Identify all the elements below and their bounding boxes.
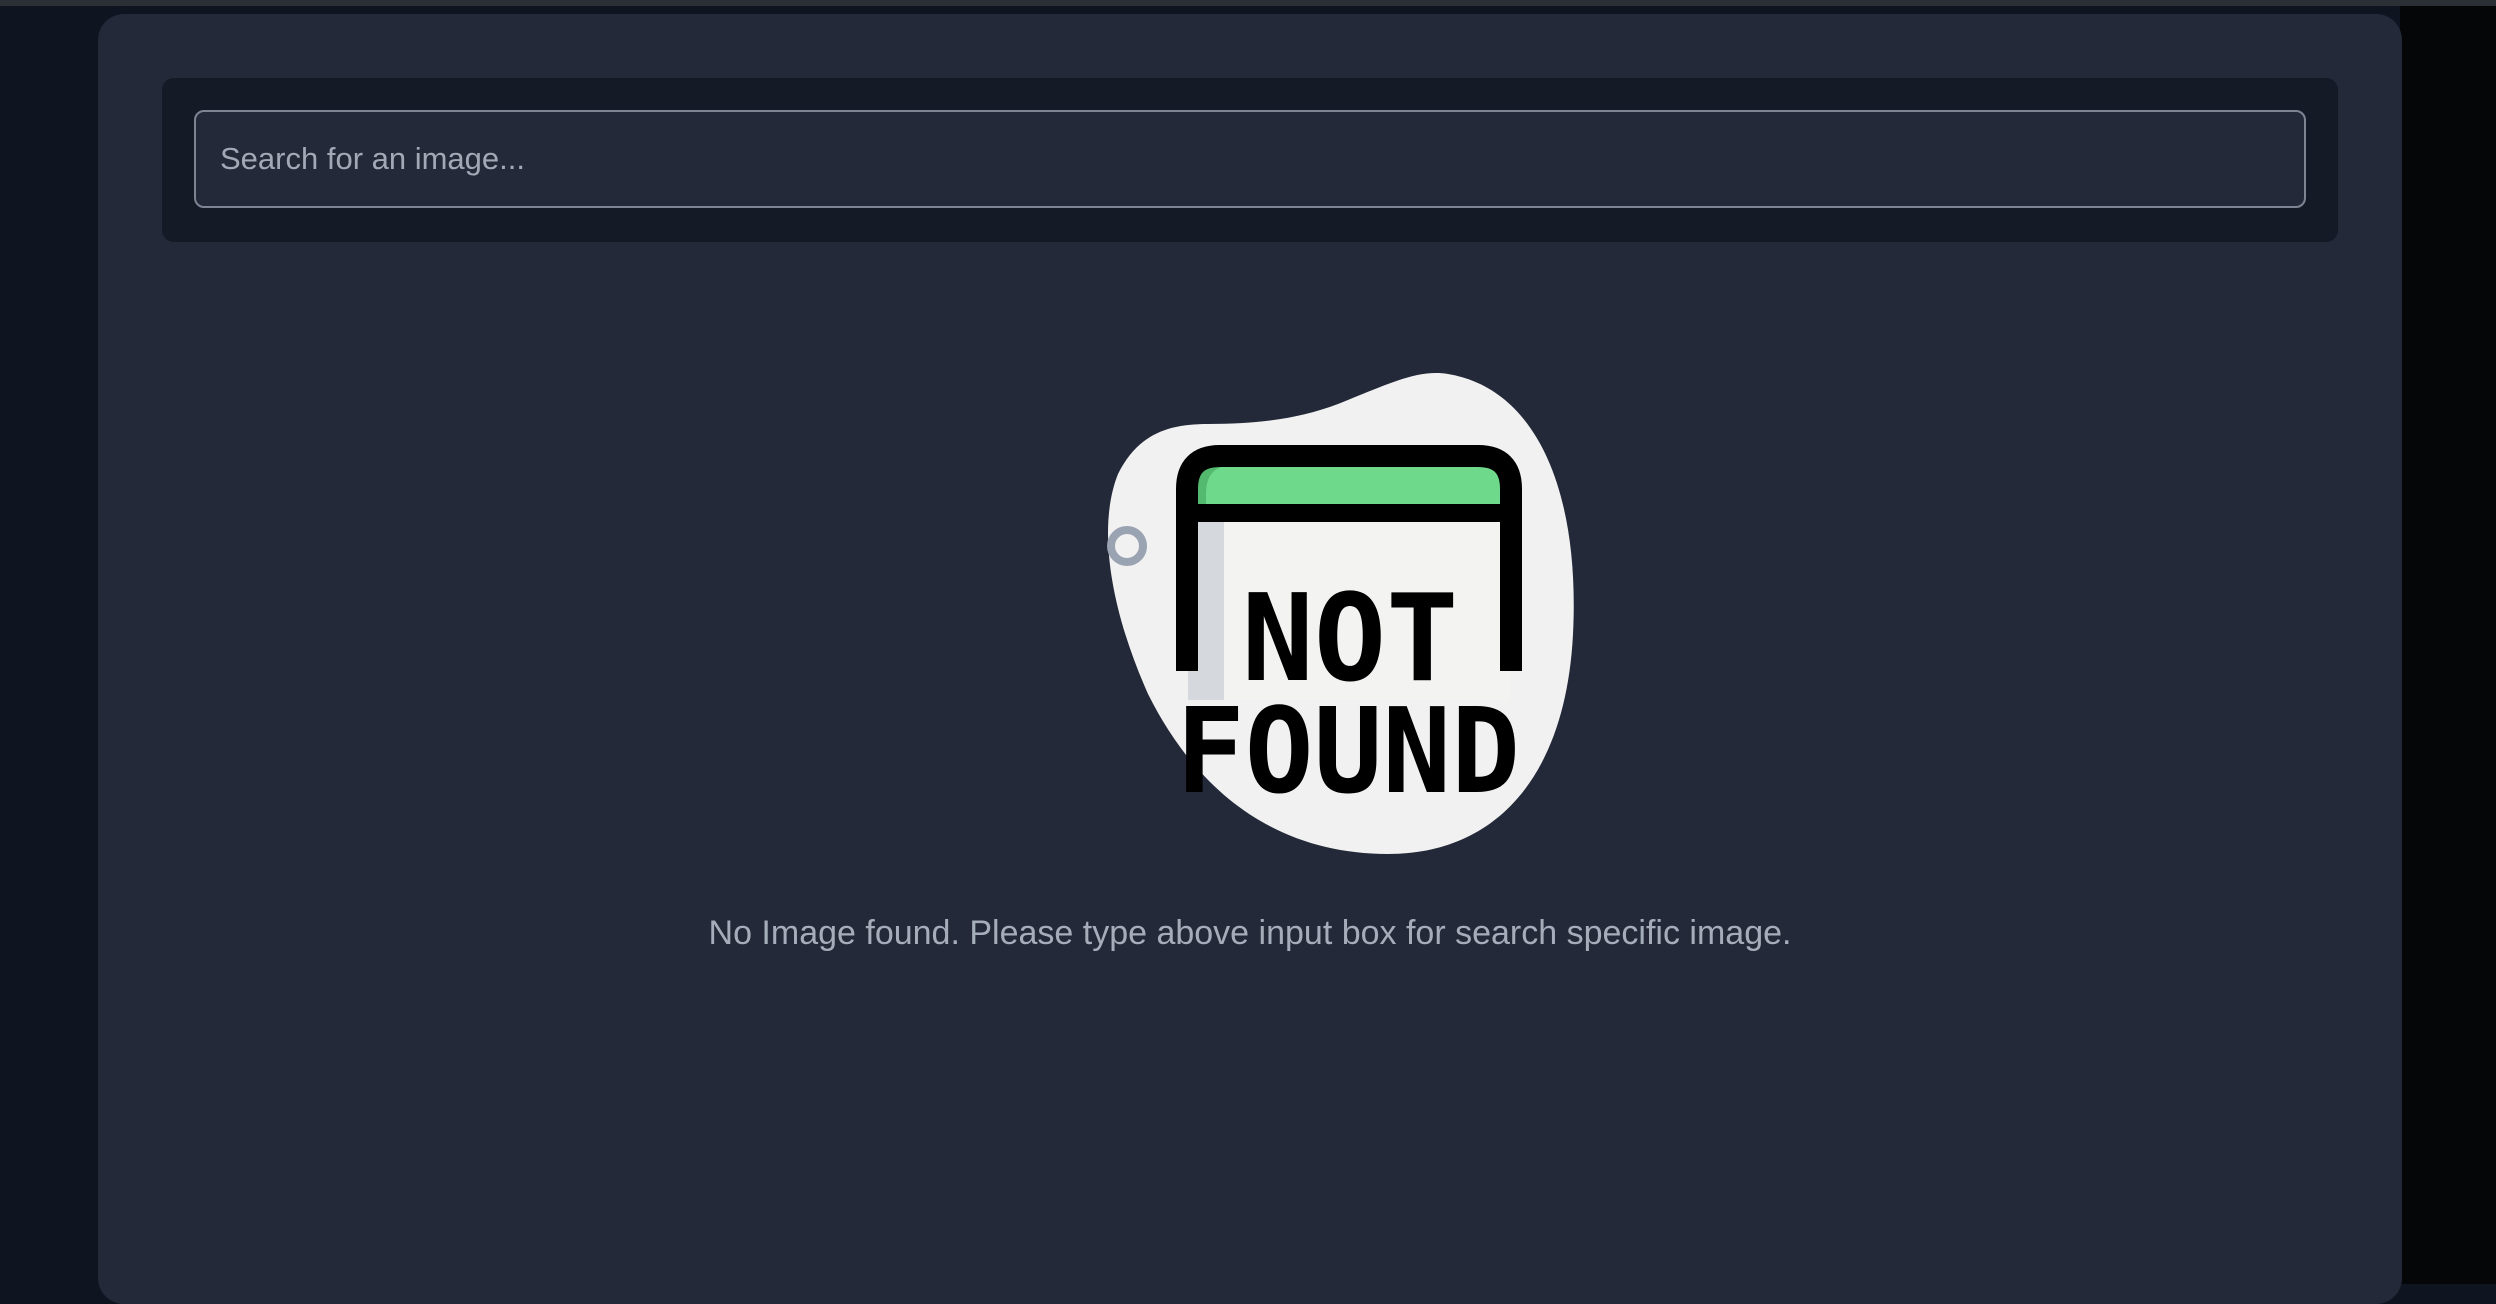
search-input[interactable] (194, 110, 2306, 208)
illustration-word-found: FOUND (1176, 682, 1520, 820)
left-background (0, 6, 100, 1284)
empty-state-message: No Image found. Please type above input … (708, 914, 1792, 952)
right-background (2400, 6, 2496, 1284)
window-top-border (0, 0, 2496, 6)
main-panel: NOT FOUND No Image found. Please type ab… (98, 14, 2402, 1304)
not-found-illustration: NOT FOUND (1107, 373, 1574, 854)
search-bar (162, 78, 2338, 242)
